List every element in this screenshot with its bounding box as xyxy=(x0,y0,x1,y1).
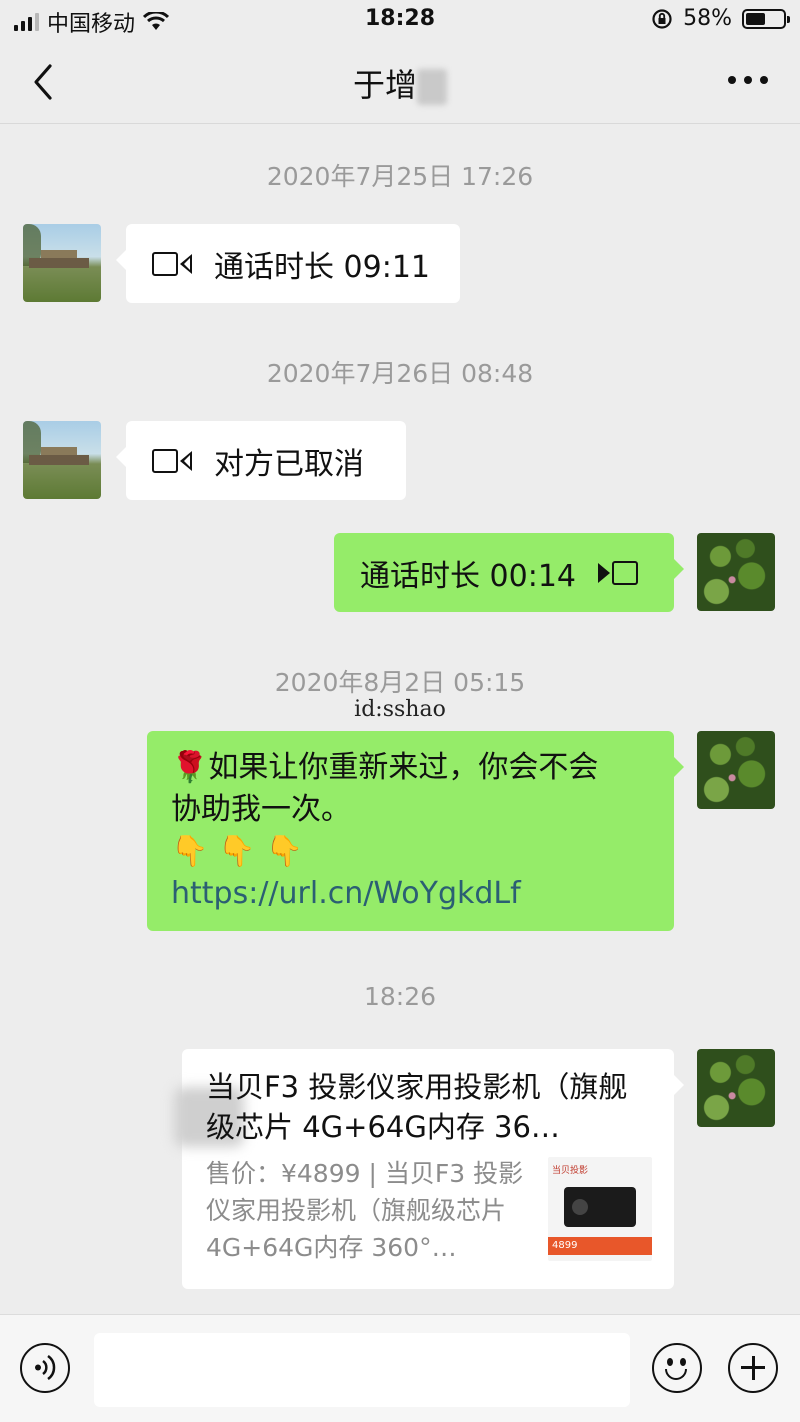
product-description: 售价：¥4899 | 当贝F3 投影仪家用投影机（旗舰级芯片 4G+64G内存 … xyxy=(206,1159,524,1262)
message-input[interactable] xyxy=(94,1333,630,1407)
call-message-text: 通话时长 09:11 xyxy=(214,249,430,285)
battery-icon xyxy=(742,8,790,29)
voice-button[interactable] xyxy=(20,1343,70,1393)
pointing-down-emoji: 👇👇👇 xyxy=(171,834,314,869)
video-call-icon xyxy=(152,448,192,473)
call-message-bubble[interactable]: 通话时长 00:14 xyxy=(334,533,684,612)
product-thumbnail: 当贝投影 4899 xyxy=(548,1157,652,1261)
call-message-bubble[interactable]: 通话时长 09:11 xyxy=(116,224,460,303)
contact-name: 于增 xyxy=(352,66,417,104)
timestamp: 18:26 xyxy=(363,982,437,1011)
product-title: 当贝F3 投影仪家用投影机（旗舰级芯片 4G+64G内存 36… xyxy=(206,1070,628,1144)
input-bar xyxy=(0,1314,800,1422)
status-bar: 中国移动 18:28 58% xyxy=(0,0,800,40)
contact-avatar[interactable] xyxy=(23,421,101,499)
emoji-button[interactable] xyxy=(652,1343,702,1393)
contact-avatar[interactable] xyxy=(23,224,101,302)
video-call-icon xyxy=(598,560,638,585)
text-message-bubble[interactable]: 🌹如果让你重新来过，你会不会 协助我一次。 👇👇👇 https://url.cn… xyxy=(147,731,684,931)
status-right: 58% xyxy=(651,6,790,31)
my-avatar[interactable] xyxy=(697,731,775,809)
message-line: 🌹如果让你重新来过，你会不会 xyxy=(171,750,599,785)
my-avatar[interactable] xyxy=(697,1049,775,1127)
video-call-icon xyxy=(152,251,192,276)
more-button[interactable] xyxy=(728,76,768,84)
brand-logo-text: 当贝投影 xyxy=(552,1166,589,1176)
message-link[interactable]: https://url.cn/WoYgkdLf xyxy=(171,873,650,915)
call-message-bubble[interactable]: 对方已取消 xyxy=(116,421,406,500)
redacted-name-part xyxy=(417,69,447,105)
rotation-lock-icon xyxy=(652,8,672,29)
chat-header: 于增 xyxy=(0,40,800,124)
battery-percent: 58% xyxy=(683,6,732,31)
chat-title: 于增 xyxy=(0,60,800,106)
projector-image xyxy=(564,1187,636,1227)
voice-icon xyxy=(35,1354,56,1381)
price-tag: 4899 xyxy=(548,1237,652,1255)
timestamp: 2020年8月2日 05:15 xyxy=(274,668,526,697)
timestamp: 2020年7月25日 17:26 xyxy=(266,162,534,191)
id-watermark: id:sshao xyxy=(354,697,446,722)
product-card-bubble[interactable]: 当贝F3 投影仪家用投影机（旗舰级芯片 4G+64G内存 36… 售价：¥489… xyxy=(174,1049,684,1289)
timestamp: 2020年7月26日 08:48 xyxy=(266,359,534,388)
rose-emoji: 🌹 xyxy=(171,750,209,785)
more-dots-icon xyxy=(728,76,736,84)
my-avatar[interactable] xyxy=(697,533,775,611)
call-message-text: 通话时长 00:14 xyxy=(360,558,576,594)
message-line: 协助我一次。 xyxy=(171,792,351,827)
more-functions-button[interactable] xyxy=(728,1343,778,1393)
call-message-text: 对方已取消 xyxy=(214,446,364,482)
